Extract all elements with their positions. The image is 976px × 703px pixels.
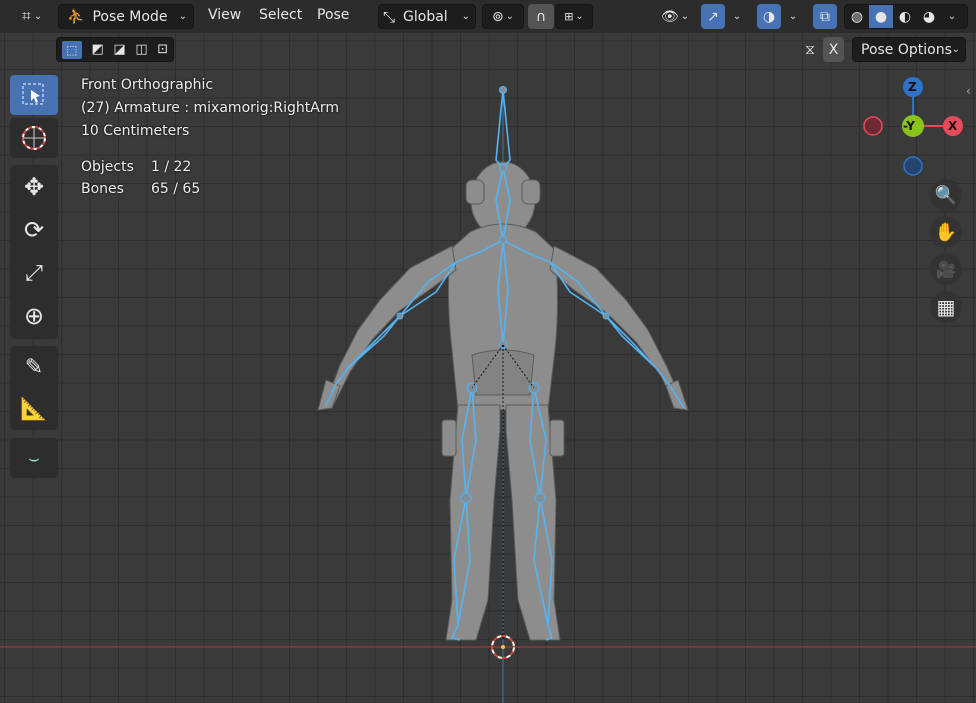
camera-view-button[interactable]: 🎥 xyxy=(930,253,962,285)
navigation-gizmo[interactable]: Z X -Y xyxy=(858,72,968,182)
snap-toggle[interactable]: ∩ xyxy=(528,4,554,29)
eye-icon: 👁 xyxy=(660,8,679,25)
select-intersect-icon[interactable]: ⊡ xyxy=(157,42,168,57)
select-extend-icon[interactable]: ◩ xyxy=(91,42,103,57)
gizmo-y-label: -Y xyxy=(903,119,915,133)
snap-target-button[interactable]: ⊞ ⌄ xyxy=(555,4,593,29)
shading-dropdown[interactable]: ⌄ xyxy=(941,11,963,22)
select-invert-icon[interactable]: ◫ xyxy=(135,42,147,57)
grid-scale: 10 Centimeters xyxy=(81,123,190,139)
overlay-icon: ◑ xyxy=(762,8,776,25)
snap-increment-icon: ⊞ xyxy=(564,10,574,23)
rotate-icon: ⟳ xyxy=(23,216,45,244)
scale-icon: ⤢ xyxy=(25,260,43,286)
pose-options-button[interactable]: Pose Options ⌄ xyxy=(852,37,966,62)
pan-button[interactable]: ✋ xyxy=(930,216,962,248)
zoom-icon: 🔍 xyxy=(934,184,958,206)
overlay-dropdown[interactable]: ⌄ xyxy=(783,4,803,29)
mirror-options-icon[interactable]: ⧖ xyxy=(798,37,822,62)
tool-annotate[interactable]: ✎ xyxy=(10,347,58,387)
annotate-icon: ✎ xyxy=(24,354,44,380)
objects-label: Objects xyxy=(81,159,134,175)
editor-type-button[interactable]: ⌗ ⌄ xyxy=(12,4,52,28)
objects-value: 1 / 22 xyxy=(151,159,192,175)
menu-view[interactable]: View xyxy=(208,7,241,23)
gizmo-icon: ↗ xyxy=(707,8,719,25)
bones-value: 65 / 65 xyxy=(151,181,201,197)
tool-select-box[interactable] xyxy=(10,75,58,115)
mode-label: Pose Mode xyxy=(92,8,168,25)
magnet-icon: ∩ xyxy=(535,8,547,25)
pose-options-label: Pose Options xyxy=(861,41,952,58)
move-icon: ✥ xyxy=(23,173,45,201)
xray-toggle[interactable]: ⧉ xyxy=(813,4,837,29)
cursor-icon xyxy=(22,126,46,150)
mode-select[interactable]: ⛹ Pose Mode ⌄ xyxy=(58,4,194,29)
pivot-icon: ⊚ xyxy=(491,8,504,25)
solid-shading-icon[interactable]: ● xyxy=(869,5,893,28)
tool-move[interactable]: ✥ xyxy=(10,167,58,207)
tool-transform[interactable]: ⊕ xyxy=(10,296,58,336)
tool-breakdowner[interactable]: ⌣ xyxy=(10,438,58,478)
xray-icon: ⧉ xyxy=(820,8,830,25)
tool-rotate[interactable]: ⟳ xyxy=(10,210,58,250)
active-object: (27) Armature : mixamorig:RightArm xyxy=(81,100,339,116)
grid-icon: ▦ xyxy=(936,295,956,319)
material-shading-icon[interactable]: ◐ xyxy=(893,9,917,25)
orientation-label: Global xyxy=(403,8,448,25)
orientation-icon: ⤡ xyxy=(383,7,396,26)
tool-measure[interactable]: 📐 xyxy=(10,389,58,429)
select-subtract-icon[interactable]: ◪ xyxy=(113,42,125,57)
x-mirror-toggle[interactable]: X xyxy=(823,37,844,62)
sidebar-collapse-arrow[interactable]: ‹ xyxy=(966,84,971,98)
editor-type-icon: ⌗ xyxy=(21,6,31,25)
select-new-icon[interactable]: ⬚ xyxy=(61,40,82,59)
camera-icon: 🎥 xyxy=(936,259,956,279)
pose-icon: ⛹ xyxy=(67,8,85,25)
gizmo-toggle[interactable]: ↗ xyxy=(701,4,725,29)
transform-icon: ⊕ xyxy=(23,302,45,330)
bones-label: Bones xyxy=(81,181,124,197)
view-name: Front Orthographic xyxy=(81,77,214,93)
zoom-button[interactable]: 🔍 xyxy=(930,179,962,211)
overlay-toggle[interactable]: ◑ xyxy=(757,4,781,29)
orientation-select[interactable]: ⤡ Global ⌄ xyxy=(378,4,476,29)
rendered-shading-icon[interactable]: ◕ xyxy=(917,9,941,25)
gizmo-dropdown[interactable]: ⌄ xyxy=(727,4,747,29)
tool-cursor[interactable] xyxy=(10,118,58,158)
breakdowner-icon: ⌣ xyxy=(28,447,40,469)
hand-icon: ✋ xyxy=(934,221,958,243)
menu-select[interactable]: Select xyxy=(259,7,302,23)
visibility-button[interactable]: 👁 ⌄ xyxy=(655,4,695,29)
pivot-button[interactable]: ⊚ ⌄ xyxy=(482,4,524,29)
gizmo-z-label: Z xyxy=(908,80,917,94)
tool-scale[interactable]: ⤢ xyxy=(10,253,58,293)
select-box-icon xyxy=(22,83,44,105)
ortho-toggle-button[interactable]: ▦ xyxy=(930,291,962,323)
wireframe-shading-icon[interactable]: ◍ xyxy=(845,9,869,25)
gizmo-x-label: X xyxy=(948,119,958,133)
menu-pose[interactable]: Pose xyxy=(317,7,349,23)
select-mode-group: ⬚ ◩ ◪ ◫ ⊡ xyxy=(56,37,174,62)
measure-icon: 📐 xyxy=(20,396,48,422)
shading-group: ◍ ● ◐ ◕ ⌄ xyxy=(844,4,968,29)
